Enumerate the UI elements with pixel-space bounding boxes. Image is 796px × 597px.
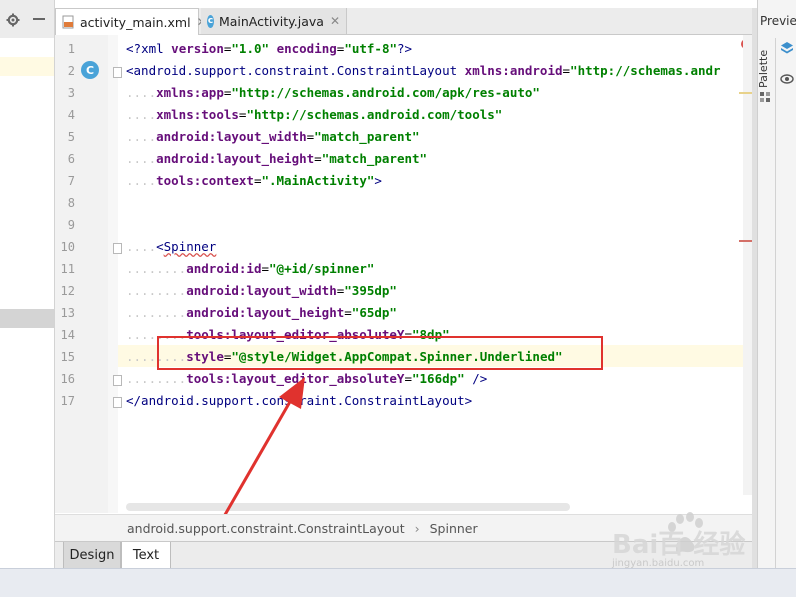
close-icon[interactable]: ✕: [330, 14, 340, 28]
code-line-10: ....<Spinner: [126, 239, 217, 254]
class-icon[interactable]: C: [81, 61, 99, 79]
fold-gutter: [108, 35, 118, 513]
code-line-5: ....android:layout_width="match_parent": [126, 129, 420, 144]
scroll-marker[interactable]: [739, 240, 752, 242]
minimize-icon[interactable]: [33, 18, 45, 20]
line-number: 7: [67, 174, 75, 188]
line-number: 6: [67, 152, 75, 166]
project-tree-row[interactable]: [0, 57, 54, 76]
scroll-marker[interactable]: [739, 92, 752, 94]
tab-activity-main-xml[interactable]: activity_main.xml ✕: [55, 8, 207, 35]
code-line-1: <?xml version="1.0" encoding="utf-8"?>: [126, 41, 413, 56]
code-line-11: ........android:id="@+id/spinner": [126, 261, 375, 276]
preview-tab[interactable]: Previe: [760, 14, 796, 28]
vertical-scrollbar[interactable]: [743, 35, 752, 495]
line-number: 2: [67, 64, 75, 78]
tab-label: activity_main.xml: [80, 14, 191, 30]
line-number: 8: [67, 196, 75, 210]
line-number: 11: [60, 262, 75, 276]
tab-text[interactable]: Text: [121, 542, 171, 569]
code-line-3: ....xmlns:app="http://schemas.android.co…: [126, 85, 540, 100]
line-number: 13: [60, 306, 75, 320]
line-number: 14: [60, 328, 75, 342]
project-tree-row-selected[interactable]: [0, 309, 54, 328]
tab-mainactivity-java[interactable]: c MainActivity.java ✕: [201, 8, 347, 34]
code-line-12: ........android:layout_width="395dp": [126, 283, 397, 298]
palette-label: Palette: [757, 49, 770, 88]
class-file-icon: c: [207, 14, 214, 28]
line-number: 17: [60, 394, 75, 408]
panel-separator: [775, 38, 776, 568]
fold-marker-icon[interactable]: [113, 243, 122, 254]
palette-tab[interactable]: Palette: [757, 42, 775, 92]
line-number: 4: [67, 108, 75, 122]
line-number: 1: [67, 42, 75, 56]
line-number: 10: [60, 240, 75, 254]
line-number: 16: [60, 372, 75, 386]
tab-label: MainActivity.java: [218, 13, 324, 29]
highlight-box: [157, 336, 603, 370]
line-number: 15: [60, 350, 75, 364]
fold-marker-icon[interactable]: [113, 397, 122, 408]
line-number: 5: [67, 130, 75, 144]
fold-marker-icon[interactable]: [113, 375, 122, 386]
tab-design[interactable]: Design: [63, 542, 121, 569]
code-line-4: ....xmlns:tools="http://schemas.android.…: [126, 107, 503, 122]
eye-icon[interactable]: [780, 70, 794, 89]
breadcrumb-separator: ›: [414, 520, 420, 536]
line-number: 12: [60, 284, 75, 298]
line-number: 3: [67, 86, 75, 100]
code-line-7: ....tools:context=".MainActivity">: [126, 173, 382, 188]
xml-file-icon: [62, 15, 75, 29]
watermark-logo-text: Bai百 经验: [612, 529, 745, 560]
line-number: 9: [67, 218, 75, 232]
project-toolbar: [0, 0, 54, 39]
baidu-watermark-logo: Bai百 经验: [612, 512, 745, 560]
palette-icon[interactable]: [759, 88, 771, 107]
code-line-6: ....android:layout_height="match_parent": [126, 151, 428, 166]
horizontal-scrollbar[interactable]: [126, 503, 570, 511]
code-line-2: <android.support.constraint.ConstraintLa…: [126, 63, 721, 78]
watermark-url: jingyan.baidu.com: [612, 558, 705, 569]
fold-marker-icon[interactable]: [113, 67, 122, 78]
editor-tab-bar: activity_main.xml ✕ c MainActivity.java …: [55, 8, 752, 35]
breadcrumb-item[interactable]: Spinner: [430, 521, 478, 536]
layers-icon[interactable]: [780, 40, 794, 59]
code-line-13: ........android:layout_height="65dp": [126, 305, 397, 320]
breadcrumb-item[interactable]: android.support.constraint.ConstraintLay…: [127, 521, 405, 536]
project-tree: [0, 38, 54, 568]
gear-icon[interactable]: [6, 12, 20, 31]
